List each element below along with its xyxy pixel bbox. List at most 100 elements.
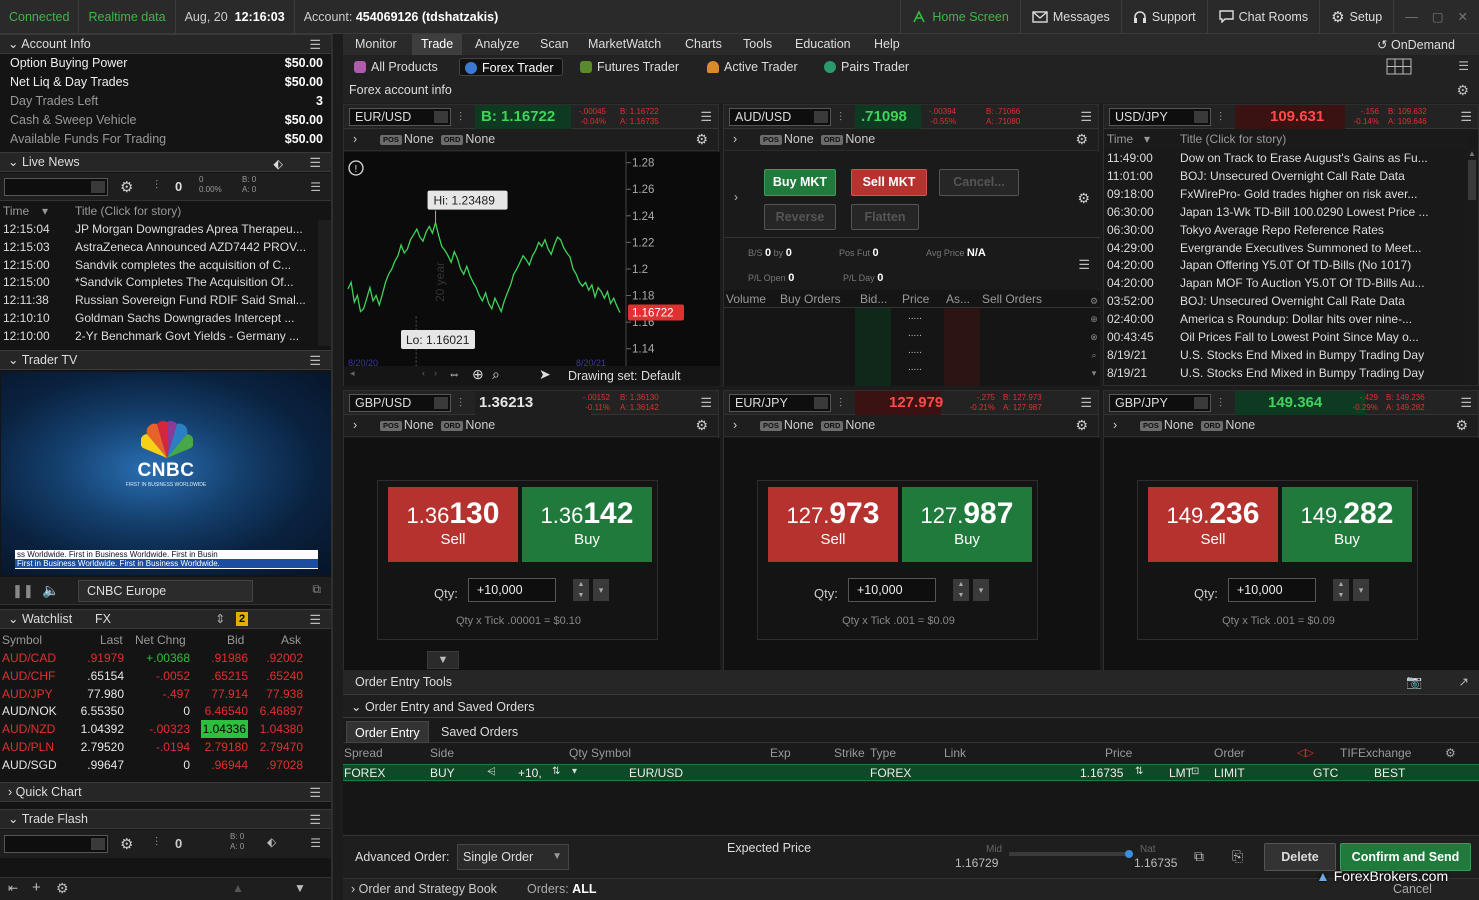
tab-tools[interactable]: Tools <box>734 34 781 55</box>
reverse-button[interactable]: Reverse <box>764 204 836 230</box>
col-title[interactable]: Title (Click for story) <box>1180 130 1286 149</box>
col-price[interactable]: Price <box>902 290 929 308</box>
tab-all-products[interactable]: All Products <box>349 58 446 76</box>
grid-layout-icon[interactable] <box>1386 57 1412 76</box>
gear-icon[interactable]: ⚙ <box>695 417 708 434</box>
watchlist-row[interactable]: AUD/SGD .99647 0 .96944 .97028 <box>0 756 318 774</box>
nav-right-icon[interactable]: › <box>434 368 437 378</box>
link-icon[interactable]: ⫶ <box>1219 396 1222 411</box>
settings-icon[interactable]: ⚙ <box>1445 746 1456 760</box>
watchlist-row[interactable]: AUD/PLN 2.79520 -.0194 2.79180 2.79470 <box>0 738 318 756</box>
gear-icon[interactable]: ⚙ <box>1077 190 1090 207</box>
advanced-order-select[interactable]: Single Order ▼ <box>457 844 569 870</box>
order-order-type[interactable]: LIMIT <box>1214 765 1245 782</box>
gear-icon[interactable]: ⚙ <box>1455 417 1468 434</box>
news-item[interactable]: 09:18:00 FxWirePro- Gold trades higher on… <box>1104 185 1440 203</box>
flatten-button[interactable]: Flatten <box>851 204 919 230</box>
news-item[interactable]: 12:15:00 *Sandvik Completes The Acquisiti… <box>0 273 318 291</box>
symbol-selector[interactable]: GBP/USD <box>349 394 451 412</box>
menu-icon[interactable]: ☰ <box>309 613 321 626</box>
menu-icon[interactable]: ☰ <box>1458 59 1469 73</box>
buy-button[interactable]: 127.987 Buy <box>902 487 1032 562</box>
tag-icon[interactable]: ⬖ <box>267 835 276 849</box>
flash-symbol-input[interactable] <box>4 835 108 853</box>
col-net-change[interactable]: Net Chng <box>135 631 186 649</box>
linked-icon[interactable]: ⩤ <box>487 766 496 779</box>
collapse-left-icon[interactable]: ⇤ <box>8 881 18 895</box>
news-item[interactable]: 04:20:00 Japan MOF To Auction Y5.0T Of TD… <box>1104 274 1440 292</box>
qty-dropdown-icon[interactable]: ▾ <box>1353 579 1369 601</box>
qty-input[interactable]: +10,000 ▲ ▼ ▾ <box>848 578 989 602</box>
watchlist-row[interactable]: AUD/CHF .65154 -.0052 .65215 .65240 <box>0 667 318 685</box>
order-side[interactable]: BUY <box>430 765 455 782</box>
collapse-panel-icon[interactable]: ▼ <box>427 651 459 669</box>
order-tif[interactable]: GTC <box>1313 765 1338 782</box>
menu-icon[interactable]: ☰ <box>309 813 321 826</box>
news-item[interactable]: 11:49:00 Dow on Track to Erase August's G… <box>1104 149 1440 167</box>
magnifier-icon[interactable]: ⌕ <box>492 366 500 383</box>
tab-saved-orders[interactable]: Saved Orders <box>433 721 526 743</box>
news-item[interactable]: 12:15:04 JP Morgan Downgrades Aprea Thera… <box>0 220 318 238</box>
setup-button[interactable]: ⚙ Setup <box>1319 0 1393 34</box>
menu-icon[interactable]: ☰ <box>309 786 321 799</box>
tab-active-trader[interactable]: Active Trader <box>702 58 806 76</box>
watchlist-header[interactable]: ⌄ Watchlist FX ⇕ 2 ☰ <box>0 609 331 629</box>
watchlist-row[interactable]: AUD/NOK 6.55350 0 6.46540 6.46897 <box>0 702 318 720</box>
expand-icon[interactable]: › <box>734 190 738 204</box>
pause-icon[interactable]: ❚❚ <box>12 583 34 599</box>
watchlist-row[interactable]: AUD/JPY 77.980 -.497 77.914 77.938 <box>0 685 318 703</box>
news-scrollbar[interactable] <box>318 220 331 346</box>
qty-dropdown-icon[interactable]: ▾ <box>572 766 577 777</box>
news-item[interactable]: 8/19/21 U.S. Stocks End Mixed in Bumpy Tr… <box>1104 346 1440 364</box>
close-button[interactable]: ✕ <box>1458 9 1468 24</box>
lock-icon[interactable]: ⊡ <box>1191 766 1199 777</box>
expand-icon[interactable]: › <box>733 418 737 432</box>
account-selector[interactable]: Account: 454069126 (tdshatzakis) <box>295 0 508 34</box>
scroll-left-icon[interactable]: ◂ <box>350 368 355 379</box>
news-item[interactable]: 11:01:00 BOJ: Unsecured Overnight Call Ra… <box>1104 167 1440 185</box>
news-item[interactable]: 8/19/21 U.S. Stocks End Mixed in Bumpy Tr… <box>1104 364 1440 382</box>
tab-forex-trader[interactable]: Forex Trader <box>459 58 563 76</box>
col-bid[interactable]: Bid <box>227 631 244 649</box>
news-item[interactable]: 00:43:45 Oil Prices Fall to Lowest Point … <box>1104 328 1440 346</box>
sell-button[interactable]: 1.36130 Sell <box>388 487 518 562</box>
live-news-header[interactable]: ⌄ Live News ⬖ ☰ <box>0 152 331 172</box>
ondemand-button[interactable]: ↺ OnDemand <box>1377 36 1455 54</box>
menu-icon[interactable]: ☰ <box>700 110 712 123</box>
ladder-controls[interactable]: ⚙ ⊕ ⊗ ⌕ ▾ <box>1088 292 1100 384</box>
sort-icon[interactable]: ⇕ <box>215 610 225 628</box>
buy-button[interactable]: 149.282 Buy <box>1282 487 1412 562</box>
link-icon[interactable]: ⫶ <box>1219 110 1222 125</box>
link-icon[interactable]: ⫶ <box>155 178 158 193</box>
qty-dropdown-icon[interactable]: ▾ <box>593 579 609 601</box>
gear-icon[interactable]: ⚙ <box>120 178 133 196</box>
menu-icon[interactable]: ☰ <box>1080 396 1092 409</box>
tag-icon[interactable]: ⬖ <box>273 155 283 173</box>
tab-education[interactable]: Education <box>786 34 860 55</box>
price-stepper[interactable]: ⇅ <box>1135 766 1143 777</box>
tab-scan[interactable]: Scan <box>531 34 578 55</box>
price-slider-handle[interactable] <box>1125 850 1133 858</box>
confirm-and-send-button[interactable]: Confirm and Send <box>1340 843 1471 871</box>
symbol-selector[interactable]: EUR/USD <box>349 108 451 126</box>
orders-filter[interactable]: Orders: ALL <box>527 882 596 896</box>
news-item[interactable]: 12:10:10 Goldman Sachs Downgrades Interce… <box>0 309 318 327</box>
news-item[interactable]: 12:15:00 Sandvik completes the acquisitio… <box>0 256 318 274</box>
col-time[interactable]: Time <box>3 202 29 220</box>
price-slider[interactable] <box>1009 852 1129 856</box>
expand-icon[interactable]: › <box>733 132 737 146</box>
price-chart[interactable]: 1.28 1.26 1.24 1.22 1.2 1.18 1.16 1.14 20 year Hi… <box>344 152 720 370</box>
news-item[interactable]: 04:20:00 Japan Offering Y5.0T Of TD-Bills… <box>1104 256 1440 274</box>
link-icon[interactable]: ⫶ <box>839 396 842 411</box>
order-entry-section-header[interactable]: ⌄ Order Entry and Saved Orders <box>343 696 1479 718</box>
tab-help[interactable]: Help <box>865 34 909 55</box>
gear-icon[interactable]: ⚙ <box>695 131 708 148</box>
tab-charts[interactable]: Charts <box>676 34 731 55</box>
order-qty[interactable]: +10, <box>518 765 542 782</box>
news-item[interactable]: 02:40:00 America s Roundup: Dollar hits o… <box>1104 310 1440 328</box>
tab-futures-trader[interactable]: Futures Trader <box>575 58 687 76</box>
gear-icon[interactable]: ⚙ <box>56 880 69 897</box>
news-item[interactable]: 12:10:00 2-Yr Benchmark Govt Yields - Ger… <box>0 327 318 345</box>
gear-icon[interactable]: ⚙ <box>1075 131 1088 148</box>
qty-stepper[interactable]: ⇅ <box>552 766 560 777</box>
